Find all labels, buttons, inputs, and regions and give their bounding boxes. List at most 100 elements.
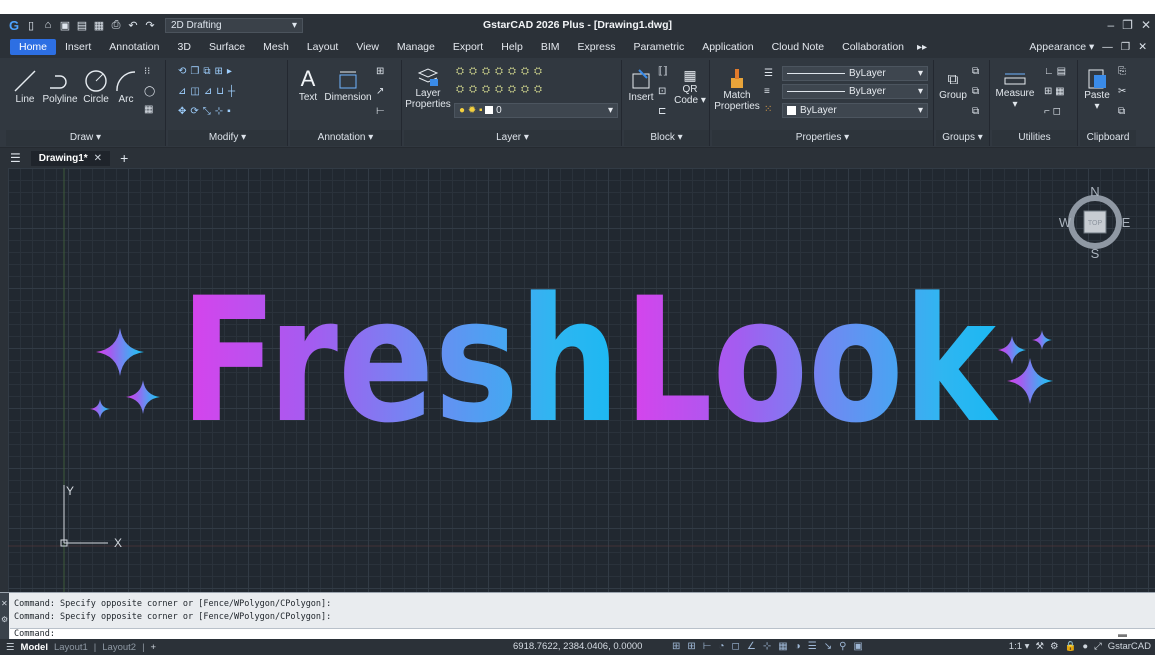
fresh-look-artwork[interactable]: Fresh Look (90, 260, 1053, 461)
ribbon-tab-application[interactable]: Application (693, 39, 762, 55)
dim-style-icon[interactable]: ⊢ (376, 106, 385, 117)
transparency-icon[interactable]: ◑ (795, 641, 801, 652)
ribbon-tab-bim[interactable]: BIM (532, 39, 569, 55)
clean-screen-icon[interactable]: ⤢ (1094, 641, 1102, 652)
undo-icon[interactable]: ↶ (127, 19, 139, 32)
ribbon-tab-view[interactable]: View (347, 39, 388, 55)
quick-calc-icon[interactable]: ⊞ ▦ (1044, 86, 1065, 97)
annotation-visibility-icon[interactable]: ↘ (824, 641, 832, 652)
modify-panel-title[interactable]: Modify ▾ (168, 130, 287, 146)
modify-row-2-icons[interactable]: ⊿◫⊿⊔┼ (178, 86, 239, 97)
osnap-icon[interactable]: ◻ (732, 641, 740, 652)
more-tabs-icon[interactable]: ▸▸ (917, 42, 927, 53)
layout1-tab[interactable]: Layout1 (54, 642, 88, 653)
close-icon[interactable]: ✕ (1141, 18, 1151, 32)
lineweight-select[interactable]: ByLayer ▾ (782, 66, 928, 81)
group-select-icon[interactable]: ⧉ (972, 106, 979, 117)
layer-select[interactable]: ● ✹ ▪ 0 ▾ (454, 103, 618, 118)
dimension-tool[interactable]: Dimension (324, 68, 372, 103)
minimize-doc-icon[interactable]: — (1102, 41, 1113, 53)
menu-icon[interactable]: ☰ (10, 151, 21, 165)
annotation-monitor-icon[interactable]: ▣ (853, 641, 862, 652)
layout2-tab[interactable]: Layout2 (102, 642, 136, 653)
dynamic-input-icon[interactable]: ⊹ (763, 641, 771, 652)
drawing-canvas[interactable]: Fresh Look TOP N S W E Y X (8, 168, 1155, 592)
ribbon-tab-layout[interactable]: Layout (298, 39, 348, 55)
ribbon-tab-express[interactable]: Express (569, 39, 625, 55)
ribbon-tab-insert[interactable]: Insert (56, 39, 100, 55)
block-panel-title[interactable]: Block ▾ (624, 130, 709, 146)
create-block-icon[interactable]: ⟦⟧ (658, 66, 668, 77)
table-icon[interactable]: ⊞ (376, 66, 384, 77)
new-file-icon[interactable]: ▯ (25, 19, 37, 32)
ribbon-tab-3d[interactable]: 3D (169, 39, 200, 55)
layer-properties-tool[interactable]: Layer Properties (405, 66, 451, 110)
utilities-panel-title[interactable]: Utilities (992, 130, 1077, 146)
minimize-icon[interactable]: – (1107, 18, 1114, 32)
arc-tool[interactable]: Arc (112, 68, 140, 105)
command-input[interactable]: Command: (10, 628, 1155, 639)
quick-properties-icon[interactable]: ⚲ (839, 641, 846, 652)
selection-cycling-icon[interactable]: ☰ (808, 641, 817, 652)
lineweight-toggle-icon[interactable]: ▦ (778, 641, 787, 652)
layer-tools-row-2[interactable]: ⛭⛭⛭⛭⛭⛭⛭ (456, 84, 547, 95)
grid-icon[interactable]: ⊞ (672, 641, 680, 652)
model-tab[interactable]: Model (21, 642, 48, 653)
properties-panel-title[interactable]: Properties ▾ (712, 130, 933, 146)
cut-icon[interactable]: ✂ (1118, 86, 1126, 97)
groups-panel-title[interactable]: Groups ▾ (936, 130, 989, 146)
draw-panel-title[interactable]: Draw ▾ (6, 130, 165, 146)
command-scroll-icon[interactable]: ▬ (1118, 629, 1127, 639)
ellipse-icon[interactable]: ◯ (144, 86, 155, 97)
restore-icon[interactable]: ❐ (1122, 18, 1133, 32)
customize-command-icon[interactable]: ⚙ (1, 615, 8, 624)
qr-code-tool[interactable]: ▦ QR Code ▾ (672, 66, 708, 106)
close-tab-icon[interactable]: ✕ (94, 153, 102, 164)
viewcube[interactable]: TOP N S W E (1055, 182, 1135, 262)
select-all-icon[interactable]: ⌐ ◻ (1044, 106, 1061, 117)
point-icon[interactable]: ⁝⁝ (144, 66, 150, 77)
layer-panel-title[interactable]: Layer ▾ (404, 130, 621, 146)
open-file-icon[interactable]: ⌂ (42, 19, 54, 31)
ribbon-tab-home[interactable]: Home (10, 39, 57, 55)
layout-menu-icon[interactable]: ☰ (6, 642, 15, 653)
annotation-panel-title[interactable]: Annotation ▾ (290, 130, 401, 146)
ribbon-tab-export[interactable]: Export (444, 39, 492, 55)
hatch-icon[interactable]: ▦ (144, 104, 153, 115)
circle-tool[interactable]: Circle (80, 68, 112, 105)
edit-block-icon[interactable]: ⊡ (658, 86, 666, 97)
cursor-coordinates[interactable]: 6918.7622, 2384.0406, 0.0000 (513, 641, 642, 652)
leader-icon[interactable]: ↗ (376, 86, 384, 97)
redo-icon[interactable]: ↷ (144, 19, 156, 32)
match-properties-tool[interactable]: Match Properties (714, 66, 760, 112)
isolate-objects-icon[interactable]: ● (1082, 641, 1088, 652)
lock-ui-icon[interactable]: 🔒 (1065, 641, 1077, 652)
annotation-icon[interactable]: ⚒ (1035, 641, 1044, 652)
compass-north-label[interactable]: N (1090, 184, 1099, 199)
polar-icon[interactable]: ◔ (719, 641, 725, 652)
linetype-select[interactable]: ByLayer ▾ (782, 84, 928, 99)
save-icon[interactable]: ▣ (59, 19, 71, 32)
copy-icon[interactable]: ⎘ (1118, 66, 1126, 77)
new-tab-icon[interactable]: + (120, 150, 128, 166)
annotation-scale[interactable]: 1:1 ▾ (1009, 641, 1030, 652)
paste-tool[interactable]: Paste ▾ (1082, 66, 1112, 112)
restore-doc-icon[interactable]: ❐ (1121, 41, 1130, 53)
workspace-select[interactable]: 2D Drafting ▾ (165, 17, 303, 33)
clipboard-panel-title[interactable]: Clipboard (1080, 130, 1136, 146)
compass-east-label[interactable]: E (1122, 215, 1131, 230)
print-icon[interactable]: ⎙ (110, 19, 122, 31)
ungroup-icon[interactable]: ⧉ (972, 66, 979, 77)
ribbon-tab-annotation[interactable]: Annotation (100, 39, 168, 55)
ribbon-tab-manage[interactable]: Manage (388, 39, 444, 55)
attribute-icon[interactable]: ⊏ (658, 106, 666, 117)
modify-row-1-icons[interactable]: ⟲❐⧉⊞▸ (178, 66, 236, 77)
compass-south-label[interactable]: S (1091, 246, 1100, 261)
color-select[interactable]: ByLayer ▾ (782, 103, 928, 118)
otrack-icon[interactable]: ∠ (747, 641, 756, 652)
ribbon-tab-parametric[interactable]: Parametric (624, 39, 693, 55)
save-as-icon[interactable]: ▤ (76, 19, 88, 32)
layer-tools-row-1[interactable]: ⛭⛭⛭⛭⛭⛭⛭ (456, 66, 547, 77)
id-point-icon[interactable]: ∟ ▤ (1044, 66, 1066, 77)
app-logo-icon[interactable]: G (8, 18, 20, 33)
